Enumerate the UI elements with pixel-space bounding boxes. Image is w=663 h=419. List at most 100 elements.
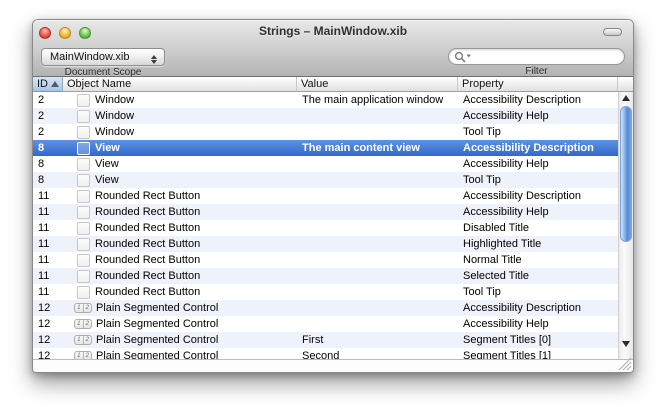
table-row[interactable]: 11Rounded Rect ButtonAccessibility Help (33, 204, 619, 220)
column-header-value-label: Value (301, 78, 328, 90)
segmented-control-icon: 12 (74, 303, 92, 313)
cell-property: Tool Tip (458, 284, 619, 300)
filter-search-field[interactable] (448, 48, 625, 65)
view-icon (77, 158, 90, 171)
window-title: Strings – MainWindow.xib (103, 20, 563, 42)
minimize-button[interactable] (59, 27, 71, 39)
cell-id: 2 (33, 92, 63, 108)
cell-property: Normal Title (458, 252, 619, 268)
cell-object-name: Rounded Rect Button (63, 236, 297, 252)
cell-value (297, 236, 458, 252)
object-name-text: Rounded Rect Button (95, 268, 200, 284)
strings-window: Strings – MainWindow.xib MainWindow.xib … (32, 19, 634, 373)
view-icon (77, 142, 90, 155)
table-row[interactable]: 1212Plain Segmented ControlAccessibility… (33, 300, 619, 316)
table-row[interactable]: 2WindowTool Tip (33, 124, 619, 140)
view-icon (77, 190, 90, 203)
table-row[interactable]: 8ViewAccessibility Help (33, 156, 619, 172)
view-icon (77, 254, 90, 267)
cell-id: 8 (33, 140, 63, 156)
screenshot-canvas: Strings – MainWindow.xib MainWindow.xib … (0, 0, 663, 419)
close-button[interactable] (39, 27, 51, 39)
column-header-object-name[interactable]: Object Name (63, 77, 297, 92)
cell-value (297, 300, 458, 316)
scroll-up-arrow[interactable] (619, 93, 633, 103)
titlebar[interactable]: Strings – MainWindow.xib (33, 20, 633, 42)
filter-input[interactable] (473, 50, 618, 63)
table-row[interactable]: 11Rounded Rect ButtonAccessibility Descr… (33, 188, 619, 204)
cell-id: 11 (33, 236, 63, 252)
cell-id: 11 (33, 188, 63, 204)
cell-object-name: View (63, 172, 297, 188)
cell-property: Accessibility Description (458, 188, 619, 204)
cell-id: 11 (33, 220, 63, 236)
cell-property: Accessibility Help (458, 108, 619, 124)
table-row[interactable]: 8View Tool Tip (33, 172, 619, 188)
column-header-property[interactable]: Property (458, 77, 618, 92)
segment-label: 2 (83, 320, 92, 328)
column-header-value[interactable]: Value (297, 77, 458, 92)
view-icon (77, 94, 90, 107)
bottom-bar (33, 359, 633, 372)
sort-ascending-icon (51, 81, 59, 87)
cell-object-name: View (63, 156, 297, 172)
table-row[interactable]: 11Rounded Rect ButtonTool Tip (33, 284, 619, 300)
object-name-text: Window (95, 92, 134, 108)
cell-value (297, 188, 458, 204)
table-row[interactable]: 2WindowAccessibility Help (33, 108, 619, 124)
cell-value (297, 252, 458, 268)
popup-updown-arrows-icon (150, 52, 158, 67)
cell-id: 2 (33, 108, 63, 124)
view-icon (77, 126, 90, 139)
cell-id: 12 (33, 316, 63, 332)
cell-object-name: Rounded Rect Button (63, 220, 297, 236)
cell-property: Accessibility Description (458, 300, 619, 316)
segment-label: 2 (83, 304, 92, 312)
table-row[interactable]: 1212Plain Segmented ControlAccessibility… (33, 316, 619, 332)
cell-value: The main application window (297, 92, 458, 108)
object-name-text: Rounded Rect Button (95, 220, 200, 236)
zoom-button[interactable] (79, 27, 91, 39)
filter-label: Filter (448, 66, 625, 77)
segment-label: 1 (75, 336, 83, 344)
cell-value (297, 268, 458, 284)
cell-property: Tool Tip (458, 124, 619, 140)
resize-grip[interactable] (618, 357, 632, 371)
window-chrome: Strings – MainWindow.xib MainWindow.xib … (33, 20, 633, 77)
vertical-scrollbar[interactable] (618, 92, 633, 360)
cell-value (297, 108, 458, 124)
table-row[interactable]: 1212Plain Segmented ControlFirstSegment … (33, 332, 619, 348)
table-row[interactable]: 2WindowThe main application windowAccess… (33, 92, 619, 108)
cell-object-name: Rounded Rect Button (63, 268, 297, 284)
table-row[interactable]: 11Rounded Rect ButtonDisabled Title (33, 220, 619, 236)
cell-value (297, 284, 458, 300)
table-header: ID Object Name Value Property (33, 77, 633, 92)
cell-id: 12 (33, 332, 63, 348)
object-name-text: View (95, 156, 119, 172)
table-row[interactable]: 8ViewThe main content viewAccessibility … (33, 140, 619, 156)
cell-id: 11 (33, 252, 63, 268)
cell-value (297, 156, 458, 172)
toolbar-toggle-button[interactable] (603, 28, 622, 36)
column-header-scrollbar-cap (618, 77, 633, 92)
scrollbar-thumb[interactable] (620, 106, 632, 242)
cell-property: Selected Title (458, 268, 619, 284)
cell-value: The main content view (297, 140, 458, 156)
view-icon (77, 174, 90, 187)
object-name-text: Plain Segmented Control (96, 316, 218, 332)
object-name-text: Rounded Rect Button (95, 236, 200, 252)
column-header-id-label: ID (37, 78, 48, 90)
table-row[interactable]: 11Rounded Rect ButtonHighlighted Title (33, 236, 619, 252)
cell-id: 11 (33, 204, 63, 220)
column-header-id[interactable]: ID (33, 77, 63, 92)
table-row[interactable]: 11 Rounded Rect Button Selected Title (33, 268, 619, 284)
cell-id: 8 (33, 156, 63, 172)
cell-id: 11 (33, 268, 63, 284)
cell-property: Tool Tip (458, 172, 619, 188)
document-scope-popup[interactable]: MainWindow.xib (41, 48, 165, 66)
cell-id: 8 (33, 172, 63, 188)
object-name-text: Plain Segmented Control (96, 332, 218, 348)
scroll-down-arrow[interactable] (619, 339, 633, 349)
view-icon (77, 238, 90, 251)
table-row[interactable]: 11Rounded Rect ButtonNormal Title (33, 252, 619, 268)
